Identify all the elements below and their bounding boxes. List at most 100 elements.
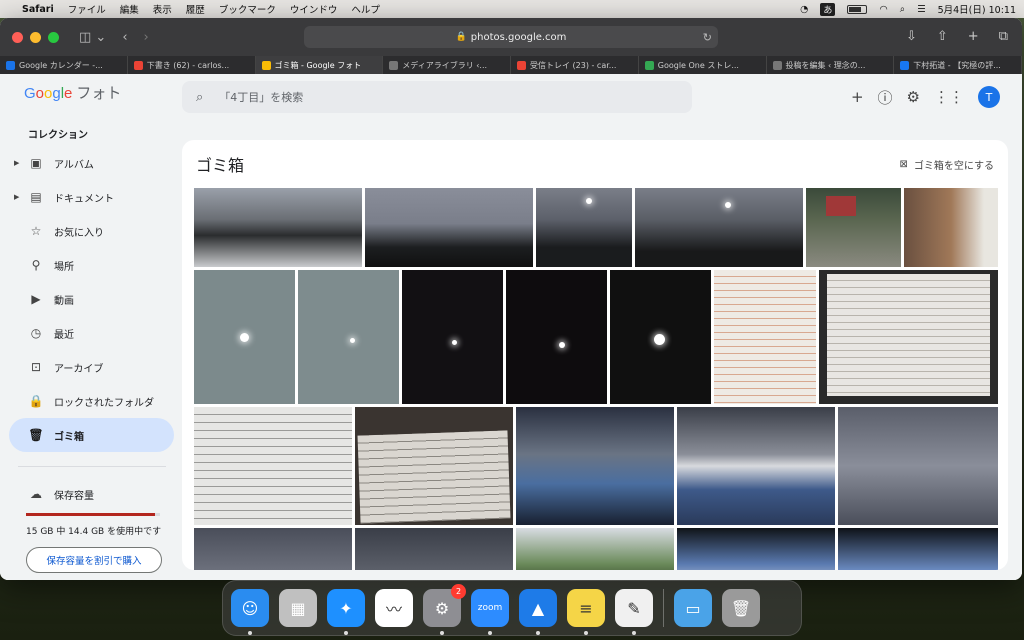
photo-thumbnail[interactable]: [838, 528, 998, 570]
menubar-clock[interactable]: 5月4日(日) 10:11: [938, 2, 1016, 16]
browser-tab[interactable]: メディアライブラリ ‹...: [383, 56, 511, 74]
sidebar-item-label: ドキュメント: [54, 193, 114, 205]
sidebar-item[interactable]: ◷ 最近: [0, 316, 174, 350]
photo-thumbnail[interactable]: [904, 188, 998, 267]
photo-thumbnail[interactable]: [536, 188, 632, 267]
buy-storage-button[interactable]: 保存容量を割引で購入: [26, 547, 162, 573]
sidebar-item[interactable]: ☆ お気に入り: [0, 214, 174, 248]
menu-window[interactable]: ウインドウ: [290, 2, 338, 16]
sidebar-toggle-icon[interactable]: ◫ ⌄: [79, 30, 106, 45]
back-icon[interactable]: ‹: [122, 30, 127, 45]
browser-tab[interactable]: 下村拓道 - 【究極の評...: [894, 56, 1022, 74]
menu-view[interactable]: 表示: [153, 2, 172, 16]
safari-icon[interactable]: ✦: [327, 589, 365, 635]
photo-thumbnail[interactable]: [355, 528, 513, 570]
trash-dock-icon[interactable]: 🗑: [722, 589, 760, 627]
running-indicator: [632, 631, 636, 635]
finder-icon[interactable]: ☺: [231, 589, 269, 635]
cloud-icon: ☁: [30, 487, 42, 501]
share-icon[interactable]: ⇧: [937, 29, 948, 44]
zoom-icon[interactable]: zoom: [471, 589, 509, 635]
tab-favicon-icon: [772, 60, 782, 70]
system-settings-icon[interactable]: ⚙ 2: [423, 584, 466, 635]
browser-tab[interactable]: 受信トレイ (23) - car...: [511, 56, 639, 74]
freeform-icon[interactable]: 〰: [375, 589, 413, 627]
keynote-icon[interactable]: ▲: [519, 589, 557, 635]
browser-tab[interactable]: Google カレンダー -...: [0, 56, 128, 74]
spotlight-icon[interactable]: ⌕: [900, 4, 905, 15]
menu-safari[interactable]: Safari: [22, 4, 54, 15]
photo-thumbnail[interactable]: [194, 407, 352, 525]
browser-tab[interactable]: 下書き (62) - carlos...: [128, 56, 256, 74]
photo-thumbnail[interactable]: [610, 270, 711, 404]
minimize-window-button[interactable]: [30, 31, 41, 43]
folder-icon[interactable]: ▭: [674, 589, 712, 627]
expand-caret-icon[interactable]: ▶: [14, 159, 19, 167]
zoom-window-button[interactable]: [48, 31, 59, 43]
time-machine-icon[interactable]: ◔: [800, 4, 808, 15]
sidebar-item[interactable]: 🗑 ゴミ箱: [9, 418, 174, 452]
menu-edit[interactable]: 編集: [120, 2, 139, 16]
reload-icon[interactable]: ↻: [703, 31, 712, 44]
textedit-icon[interactable]: ✎: [615, 589, 653, 635]
photo-thumbnail[interactable]: [677, 528, 835, 570]
close-window-button[interactable]: [12, 31, 23, 43]
storage-link[interactable]: ☁ 保存容量: [0, 481, 174, 507]
lock-icon: 🔒: [28, 394, 44, 408]
photo-thumbnail[interactable]: [806, 188, 901, 267]
dock-glyph: ▦: [290, 598, 306, 618]
expand-caret-icon[interactable]: ▶: [14, 193, 19, 201]
search-input[interactable]: ⌕ 「4丁目」を検索: [182, 81, 692, 113]
avatar[interactable]: T: [978, 86, 1000, 108]
photo-thumbnail[interactable]: [506, 270, 607, 404]
photo-thumbnail[interactable]: [516, 407, 674, 525]
menu-file[interactable]: ファイル: [68, 2, 106, 16]
photo-thumbnail[interactable]: [365, 188, 533, 267]
menu-bookmarks[interactable]: ブックマーク: [219, 2, 276, 16]
sidebar-item[interactable]: ▶ ▣ アルバム: [0, 146, 174, 180]
forward-icon[interactable]: ›: [144, 30, 149, 45]
photo-thumbnail[interactable]: [635, 188, 803, 267]
browser-tab[interactable]: 投稿を編集 ‹ 理念の...: [767, 56, 895, 74]
photo-thumbnail[interactable]: [402, 270, 503, 404]
control-center-icon[interactable]: ☰: [917, 4, 926, 15]
settings-gear-icon[interactable]: ⚙: [907, 88, 920, 106]
tab-overview-icon[interactable]: ⧉: [999, 29, 1008, 44]
new-tab-icon[interactable]: +: [968, 29, 979, 44]
photo-thumbnail[interactable]: [677, 407, 835, 525]
google-photos-logo[interactable]: Google フォト: [24, 82, 121, 103]
wifi-icon[interactable]: ◠: [879, 4, 887, 15]
photo-thumbnail[interactable]: [194, 270, 295, 404]
apps-grid-icon[interactable]: ⋮⋮: [934, 88, 964, 106]
empty-trash-button[interactable]: ⊠ ゴミ箱を空にする: [900, 157, 995, 172]
search-icon: ⌕: [196, 89, 204, 105]
add-icon[interactable]: +: [851, 88, 864, 106]
sidebar-item[interactable]: ⚲ 場所: [0, 248, 174, 282]
launchpad-icon[interactable]: ▦: [279, 589, 317, 627]
photo-thumbnail[interactable]: [194, 188, 362, 267]
sidebar-item[interactable]: ⊡ アーカイブ: [0, 350, 174, 384]
notes-icon[interactable]: ≡: [567, 589, 605, 635]
photo-thumbnail[interactable]: [298, 270, 399, 404]
photo-thumbnail[interactable]: [355, 407, 513, 525]
photo-thumbnail[interactable]: [838, 407, 998, 525]
tab-favicon-icon: [900, 60, 910, 70]
browser-tab[interactable]: Google One ストレ...: [639, 56, 767, 74]
input-method-indicator[interactable]: あ: [820, 2, 836, 16]
photo-thumbnail[interactable]: [714, 270, 816, 404]
address-bar[interactable]: 🔒 photos.google.com ↻: [304, 26, 718, 48]
menu-history[interactable]: 履歴: [186, 2, 205, 16]
photo-thumbnail[interactable]: [194, 528, 352, 570]
menu-help[interactable]: ヘルプ: [351, 2, 380, 16]
battery-icon[interactable]: [847, 4, 868, 14]
help-icon[interactable]: ⓘ: [878, 87, 893, 108]
browser-tab[interactable]: ゴミ箱 - Google フォト: [255, 56, 384, 74]
dock-glyph: 〰: [385, 600, 402, 619]
photo-thumbnail[interactable]: [819, 270, 998, 404]
sidebar-item[interactable]: ▶ ▤ ドキュメント: [0, 180, 174, 214]
lock-small-icon: 🔒: [455, 32, 467, 42]
photo-thumbnail[interactable]: [516, 528, 674, 570]
sidebar-item[interactable]: 🔒 ロックされたフォルダ: [0, 384, 174, 418]
sidebar-item[interactable]: ▶ 動画: [0, 282, 174, 316]
downloads-icon[interactable]: ⇩: [906, 29, 917, 44]
